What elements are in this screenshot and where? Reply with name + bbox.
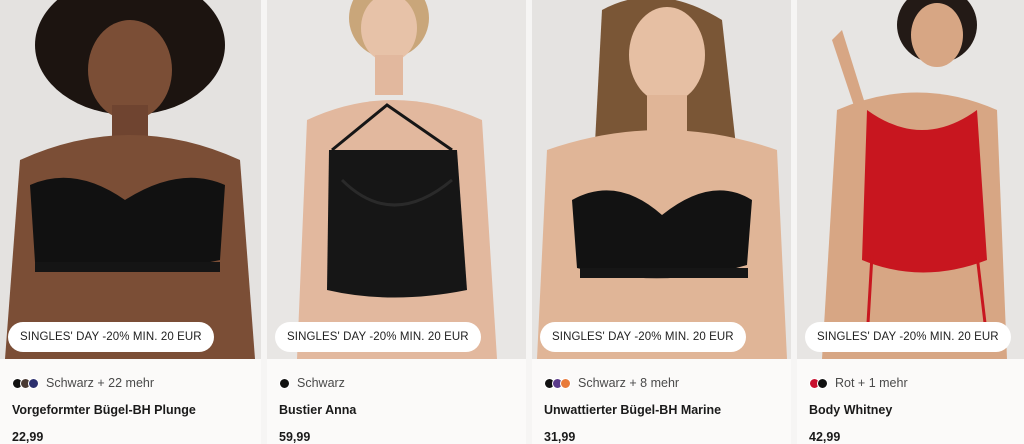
color-options[interactable]: Rot + 1 mehr (809, 376, 1012, 390)
color-swatches (279, 377, 290, 389)
product-name[interactable]: Bustier Anna (279, 403, 514, 417)
product-card[interactable]: SINGLES' DAY -20% MIN. 20 EUR Rot + 1 me… (797, 0, 1024, 444)
color-text: Schwarz + 8 mehr (578, 376, 680, 390)
color-options[interactable]: Schwarz (279, 376, 514, 390)
promo-badge: SINGLES' DAY -20% MIN. 20 EUR (540, 322, 746, 352)
product-name[interactable]: Vorgeformter Bügel-BH Plunge (12, 403, 249, 417)
product-card[interactable]: SINGLES' DAY -20% MIN. 20 EUR Schwarz + … (532, 0, 791, 444)
product-name[interactable]: Body Whitney (809, 403, 1012, 417)
color-swatches (809, 377, 828, 389)
promo-badge: SINGLES' DAY -20% MIN. 20 EUR (8, 322, 214, 352)
promo-badge: SINGLES' DAY -20% MIN. 20 EUR (275, 322, 481, 352)
color-swatch (817, 377, 828, 389)
color-swatches (544, 377, 571, 389)
product-name[interactable]: Unwattierter Bügel-BH Marine (544, 403, 779, 417)
promo-badge: SINGLES' DAY -20% MIN. 20 EUR (805, 322, 1011, 352)
color-swatch (560, 377, 571, 389)
product-image[interactable]: SINGLES' DAY -20% MIN. 20 EUR (0, 0, 261, 359)
color-text: Rot + 1 mehr (835, 376, 908, 390)
product-info: Rot + 1 mehr Body Whitney 42,99 (797, 359, 1024, 444)
color-text: Schwarz + 22 mehr (46, 376, 155, 390)
color-options[interactable]: Schwarz + 8 mehr (544, 376, 779, 390)
product-price: 31,99 (544, 430, 576, 444)
product-price: 22,99 (12, 430, 44, 444)
product-card[interactable]: SINGLES' DAY -20% MIN. 20 EUR Schwarz Bu… (267, 0, 526, 444)
product-info: Schwarz + 8 mehr Unwattierter Bügel-BH M… (532, 359, 791, 444)
product-image[interactable]: SINGLES' DAY -20% MIN. 20 EUR (267, 0, 526, 359)
color-text: Schwarz (297, 376, 345, 390)
product-image[interactable]: SINGLES' DAY -20% MIN. 20 EUR (532, 0, 791, 359)
color-swatch (279, 377, 290, 389)
product-info: Schwarz Bustier Anna 59,99 (267, 359, 526, 444)
product-grid: SINGLES' DAY -20% MIN. 20 EUR Schwarz + … (0, 0, 1024, 444)
color-swatch (28, 377, 39, 389)
product-price: 59,99 (279, 430, 311, 444)
color-swatches (12, 377, 39, 389)
product-price: 42,99 (809, 430, 841, 444)
product-image[interactable]: SINGLES' DAY -20% MIN. 20 EUR (797, 0, 1024, 359)
product-info: Schwarz + 22 mehr Vorgeformter Bügel-BH … (0, 359, 261, 444)
color-options[interactable]: Schwarz + 22 mehr (12, 376, 249, 390)
product-card[interactable]: SINGLES' DAY -20% MIN. 20 EUR Schwarz + … (0, 0, 261, 444)
